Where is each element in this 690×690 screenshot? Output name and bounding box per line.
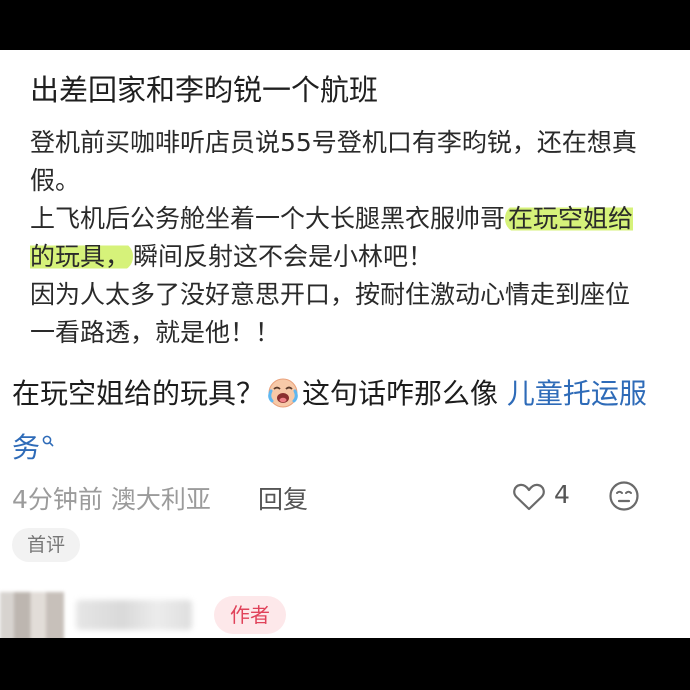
post-paragraph-1: 登机前买咖啡听店员说55号登机口有李昀锐，还在想真假。 bbox=[30, 128, 637, 195]
heart-outline-icon bbox=[513, 483, 545, 511]
post-paragraph-3: 因为人太多了没好意思开口，按耐住激动心情走到座位一看路透，就是他！！ bbox=[30, 280, 631, 347]
post-paragraph-2-start: 上飞机后公务舱坐着一个大长腿黑衣服帅哥 bbox=[30, 204, 506, 233]
comment-time: 4分钟前 bbox=[12, 485, 103, 514]
avatar[interactable] bbox=[0, 592, 64, 638]
comment-text-end: 这句话咋那么像 bbox=[302, 377, 507, 410]
comment-text-start: 在玩空姐给的玩具？ bbox=[12, 377, 265, 410]
post-title: 出差回家和李昀锐一个航班 bbox=[30, 73, 379, 107]
reply-preview[interactable]: 作者 bbox=[0, 586, 690, 638]
post-paragraph-2-end: 瞬间反射这不会是小林吧！ bbox=[133, 242, 434, 271]
like-count: 4 bbox=[554, 480, 570, 509]
comment-location: 澳大利亚 bbox=[110, 485, 211, 514]
post-body: 登机前买咖啡听店员说55号登机口有李昀锐，还在想真假。 上飞机后公务舱坐着一个大… bbox=[30, 124, 650, 352]
reply-button[interactable]: 回复 bbox=[258, 480, 308, 516]
like-button[interactable]: 4 bbox=[512, 478, 576, 518]
first-comment-badge: 首评 bbox=[12, 528, 80, 562]
search-icon[interactable] bbox=[42, 416, 54, 447]
comment-meta: 4分钟前 澳大利亚 回复 4 bbox=[12, 478, 678, 518]
comment-time-location: 4分钟前 澳大利亚 bbox=[12, 480, 211, 516]
neutral-face-icon[interactable] bbox=[608, 480, 640, 518]
comment-screen: 出差回家和李昀锐一个航班 登机前买咖啡听店员说55号登机口有李昀锐，还在想真假。… bbox=[0, 50, 690, 638]
blurred-username bbox=[76, 600, 192, 630]
post-paragraph-2: 上飞机后公务舱坐着一个大长腿黑衣服帅哥 在玩空姐给的玩具， 瞬间反射这不会是小林吧！ bbox=[30, 200, 650, 276]
comment-text: 在玩空姐给的玩具？ 这句话咋那么像 儿童托运服务 bbox=[12, 372, 672, 470]
author-badge: 作者 bbox=[214, 596, 286, 634]
crying-laughing-emoji-icon bbox=[266, 375, 300, 409]
